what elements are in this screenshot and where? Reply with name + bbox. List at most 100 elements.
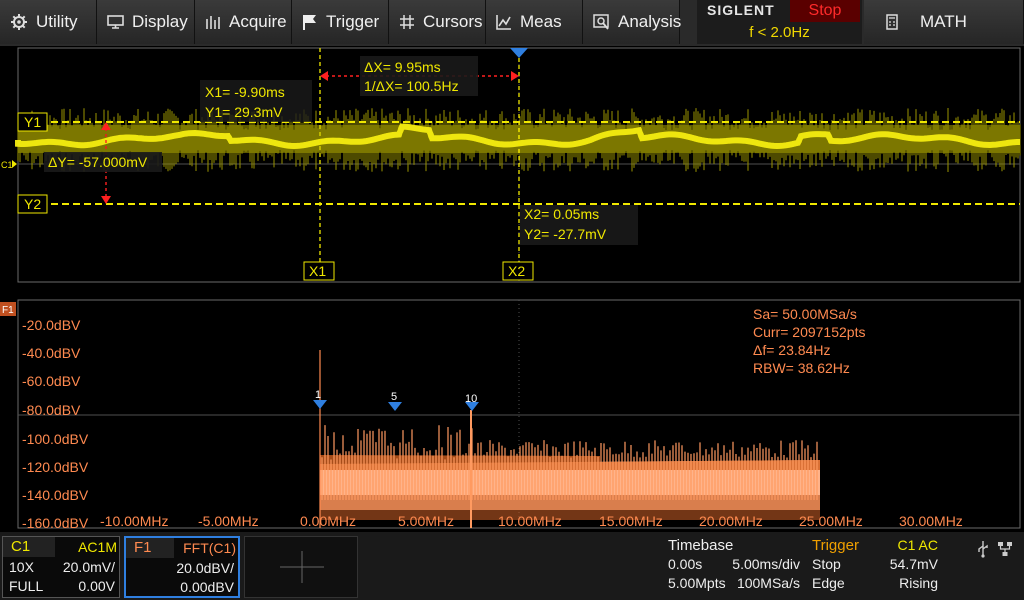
menu-bar: Utility Display Acquire Trigger Cursors … — [0, 0, 1024, 46]
channel-1-panel[interactable]: C1 AC1M 10X 20.0mV/ FULL 0.00V — [2, 536, 120, 598]
svg-text:F1: F1 — [2, 305, 14, 316]
math-calculator-icon — [886, 14, 898, 30]
fft-math-scale: 20.0dBV/ — [176, 560, 234, 576]
usb-icon — [978, 541, 988, 558]
channel-1-coupling: AC1M — [78, 539, 117, 555]
run-status-button[interactable]: Stop — [790, 0, 860, 22]
memory-depth: 5.00Mpts — [668, 575, 726, 591]
menu-meas-label: Meas — [520, 12, 562, 31]
fft-y-tick: -120.0dBV — [22, 459, 89, 475]
fft-math-panel[interactable]: F1 FFT(C1) 20.0dBV/ 0.00dBV — [124, 536, 240, 598]
fft-sample-rate: Sa= 50.00MSa/s — [753, 306, 857, 322]
cursor-y1-tag[interactable]: Y1 — [17, 112, 48, 132]
delta-y-readout: ΔY= -57.000mV — [48, 154, 148, 170]
trigger-type: Edge — [812, 575, 845, 591]
brand-logo: SIGLENT — [707, 2, 775, 18]
channel-1-ground-marker: C1 — [1, 160, 13, 170]
fft-y-axis-labels: -20.0dBV -40.0dBV -60.0dBV -80.0dBV -100… — [22, 317, 89, 530]
analysis-icon — [593, 14, 609, 30]
fft-x-tick: 5.00MHz — [398, 513, 454, 529]
menu-utility[interactable]: Utility — [0, 0, 97, 44]
menu-acquire-label: Acquire — [229, 12, 287, 31]
trigger-title: Trigger — [812, 537, 859, 554]
brand-status-box: SIGLENT Stop f < 2.0Hz — [697, 0, 862, 44]
trigger-panel[interactable]: Trigger C1 AC Stop 54.7mV Edge Rising — [806, 536, 942, 598]
trigger-source: C1 AC — [897, 537, 938, 553]
menu-analysis[interactable]: Analysis — [583, 0, 682, 44]
menu-display[interactable]: Display — [97, 0, 195, 44]
fft-spectrum-trace — [319, 350, 820, 528]
inverse-delta-x-readout: 1/ΔX= 100.5Hz — [364, 78, 459, 94]
acquire-icon — [206, 16, 220, 29]
timebase-delay: 0.00s — [668, 556, 703, 572]
peak-marker-10[interactable]: 10 — [465, 393, 479, 411]
fft-x-tick: 20.00MHz — [699, 513, 763, 529]
channel-1-bandwidth: FULL — [9, 578, 44, 594]
menu-cursors[interactable]: Cursors — [389, 0, 486, 44]
add-plus-icon — [280, 551, 324, 583]
network-icon — [998, 542, 1012, 556]
menu-meas[interactable]: Meas — [486, 0, 583, 44]
fft-current-points: Curr= 2097152pts — [753, 324, 865, 340]
timebase-panel[interactable]: Timebase 0.00s 5.00ms/div 5.00Mpts 100MSa/… — [662, 536, 804, 598]
trigger-slope: Rising — [899, 575, 938, 591]
fft-parameters: Sa= 50.00MSa/s Curr= 2097152pts Δf= 23.8… — [753, 306, 865, 376]
timebase-scale: 5.00ms/div — [732, 556, 800, 572]
menu-math[interactable]: MATH — [864, 0, 1024, 44]
peak-marker-5[interactable]: 5 — [388, 391, 402, 411]
fft-y-tick: -140.0dBV — [22, 487, 89, 503]
svg-text:X1: X1 — [309, 263, 326, 279]
fft-y-tick: -100.0dBV — [22, 431, 89, 447]
svg-text:Y1: Y1 — [24, 114, 41, 130]
menu-analysis-label: Analysis — [618, 12, 682, 31]
fft-y-tick: -80.0dBV — [22, 402, 81, 418]
fft-y-tick: -160.0dBV — [22, 515, 89, 530]
fft-x-tick: -5.00MHz — [198, 513, 259, 529]
fft-delta-f: Δf= 23.84Hz — [753, 342, 830, 358]
trigger-state: Stop — [812, 556, 841, 572]
cursor-x1-tag[interactable]: X1 — [303, 261, 335, 281]
fft-x-tick: 0.00MHz — [300, 513, 356, 529]
svg-text:X2: X2 — [508, 263, 525, 279]
fft-rbw: RBW= 38.62Hz — [753, 360, 850, 376]
fft-y-tick: -40.0dBV — [22, 345, 81, 361]
peak-marker-1[interactable]: 1 — [313, 389, 327, 409]
cursor-x2-readout: X2= 0.05ms — [524, 206, 599, 222]
svg-text:1: 1 — [315, 389, 321, 401]
menu-trigger-label: Trigger — [326, 12, 380, 31]
fft-math-offset: 0.00dBV — [180, 579, 234, 595]
timebase-title: Timebase — [668, 537, 734, 554]
utility-icon — [11, 14, 27, 30]
cursor-x2-tag[interactable]: X2 — [502, 261, 534, 281]
channel-1-scale: 20.0mV/ — [62, 559, 115, 575]
fft-x-tick: 15.00MHz — [599, 513, 663, 529]
menu-cursors-label: Cursors — [423, 12, 483, 31]
cursor-x1-readout: X1= -9.90ms — [205, 84, 285, 100]
channel-1-probe: 10X — [9, 559, 34, 575]
fft-y-tick: -60.0dBV — [22, 373, 81, 389]
menu-acquire[interactable]: Acquire — [195, 0, 292, 44]
svg-text:Y2: Y2 — [24, 196, 41, 212]
cursor-y2-readout: Y2= -27.7mV — [524, 226, 607, 242]
meas-icon — [496, 15, 511, 30]
trigger-position-marker[interactable] — [510, 48, 528, 58]
menu-utility-label: Utility — [36, 12, 78, 31]
add-channel-slot[interactable] — [244, 536, 358, 598]
waveform-display[interactable]: Y1 Y2 X1 X2 C1 X1= -9.90ms Y1= 29.3mV ΔX… — [0, 46, 1024, 530]
menu-trigger[interactable]: Trigger — [292, 0, 389, 44]
cursors-icon — [400, 15, 414, 29]
cursor-y2-tag[interactable]: Y2 — [17, 194, 48, 214]
status-bar: C1 AC1M 10X 20.0mV/ FULL 0.00V F1 FFT(C1) … — [0, 532, 1024, 600]
fft-math-source: FFT(C1) — [183, 540, 236, 556]
menu-display-label: Display — [132, 12, 188, 31]
cursor-y1-readout: Y1= 29.3mV — [205, 104, 283, 120]
fft-marker-tag: F1 — [0, 302, 16, 316]
svg-text:5: 5 — [391, 391, 397, 403]
delta-x-readout: ΔX= 9.95ms — [364, 59, 441, 75]
display-icon — [107, 15, 124, 29]
channel-1-arrow-icon — [12, 160, 17, 168]
channel-1-offset: 0.00V — [78, 578, 115, 594]
menu-math-label: MATH — [920, 12, 967, 31]
sample-rate: 100MSa/s — [736, 575, 800, 591]
channel-1-title: C1 — [3, 537, 55, 557]
